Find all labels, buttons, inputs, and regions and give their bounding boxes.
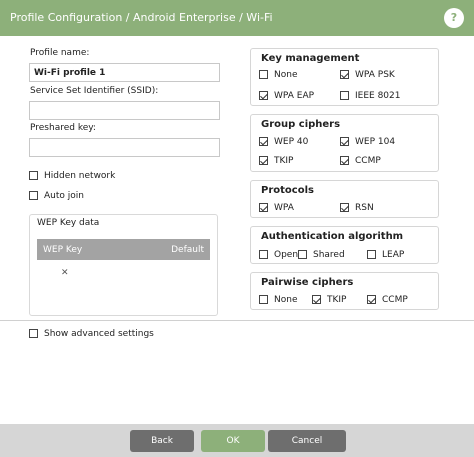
group-ciphers-title: Group ciphers [261,119,341,130]
protocols-wpa-checkbox[interactable] [259,203,268,212]
auth-shared-label: Shared [313,250,345,260]
show-advanced-label: Show advanced settings [44,329,154,339]
divider [0,320,474,321]
auth-leap-label: LEAP [382,250,405,260]
auth-shared-checkbox[interactable] [298,250,307,259]
auth-leap-checkbox[interactable] [367,250,376,259]
key-management-wpa-psk-label: WPA PSK [355,70,395,80]
authentication-algorithm-title: Authentication algorithm [261,231,404,242]
pairwise-tkip-label: TKIP [327,295,347,305]
pairwise-ciphers-group: Pairwise ciphers None TKIP CCMP [250,272,439,310]
ssid-label: Service Set Identifier (SSID): [30,86,159,96]
key-management-title: Key management [261,53,360,64]
hidden-network-checkbox[interactable] [29,171,38,180]
pairwise-ccmp-label: CCMP [382,295,408,305]
group-ciphers-wep104-label: WEP 104 [355,137,396,147]
auto-join-checkbox[interactable] [29,191,38,200]
key-management-none-label: None [274,70,298,80]
wep-key-data-panel: WEP Key data WEP Key Default ✕ [29,214,218,316]
key-management-ieee-8021-checkbox[interactable] [340,91,349,100]
footer-bar: Back OK Cancel [0,424,474,457]
auth-open-label: Open [274,250,299,260]
pairwise-none-checkbox[interactable] [259,295,268,304]
help-button[interactable]: ? [444,8,464,28]
wep-table-header: WEP Key Default [37,239,210,260]
wep-key-data-title: WEP Key data [37,218,100,228]
show-advanced-checkbox[interactable] [29,329,38,338]
authentication-algorithm-group: Authentication algorithm Open Shared LEA… [250,226,439,264]
preshared-key-input[interactable] [29,138,220,157]
title-bar: Profile Configuration / Android Enterpri… [0,0,474,36]
window-title: Profile Configuration / Android Enterpri… [10,11,273,24]
key-management-wpa-eap-label: WPA EAP [274,91,315,101]
ok-button[interactable]: OK [201,430,265,452]
pairwise-ciphers-title: Pairwise ciphers [261,277,354,288]
preshared-key-label: Preshared key: [30,123,96,133]
auto-join-label: Auto join [44,191,84,201]
wep-key-column-header: WEP Key [43,245,83,255]
protocols-title: Protocols [261,185,314,196]
wep-default-column-header: Default [171,245,204,255]
help-icon: ? [450,11,458,24]
group-ciphers-tkip-checkbox[interactable] [259,156,268,165]
group-ciphers-tkip-label: TKIP [274,156,294,166]
profile-name-label: Profile name: [30,48,90,58]
content-area: Profile name: Service Set Identifier (SS… [0,36,474,424]
group-ciphers-wep104-checkbox[interactable] [340,137,349,146]
back-button[interactable]: Back [130,430,194,452]
key-management-wpa-psk-checkbox[interactable] [340,70,349,79]
group-ciphers-ccmp-checkbox[interactable] [340,156,349,165]
protocols-rsn-checkbox[interactable] [340,203,349,212]
group-ciphers-group: Group ciphers WEP 40 WEP 104 TKIP CCMP [250,114,439,172]
group-ciphers-ccmp-label: CCMP [355,156,381,166]
profile-name-input[interactable] [29,63,220,82]
hidden-network-label: Hidden network [44,171,116,181]
pairwise-ccmp-checkbox[interactable] [367,295,376,304]
ssid-input[interactable] [29,101,220,120]
key-management-none-checkbox[interactable] [259,70,268,79]
key-management-ieee-8021-label: IEEE 8021 [355,91,401,101]
group-ciphers-wep40-checkbox[interactable] [259,137,268,146]
protocols-wpa-label: WPA [274,203,294,213]
protocols-rsn-label: RSN [355,203,374,213]
cancel-button[interactable]: Cancel [268,430,346,452]
pairwise-none-label: None [274,295,298,305]
key-management-group: Key management None WPA PSK WPA EAP IEEE… [250,48,439,106]
pairwise-tkip-checkbox[interactable] [312,295,321,304]
auth-open-checkbox[interactable] [259,250,268,259]
cross-tools-icon[interactable]: ✕ [61,268,69,278]
key-management-wpa-eap-checkbox[interactable] [259,91,268,100]
group-ciphers-wep40-label: WEP 40 [274,137,309,147]
protocols-group: Protocols WPA RSN [250,180,439,218]
